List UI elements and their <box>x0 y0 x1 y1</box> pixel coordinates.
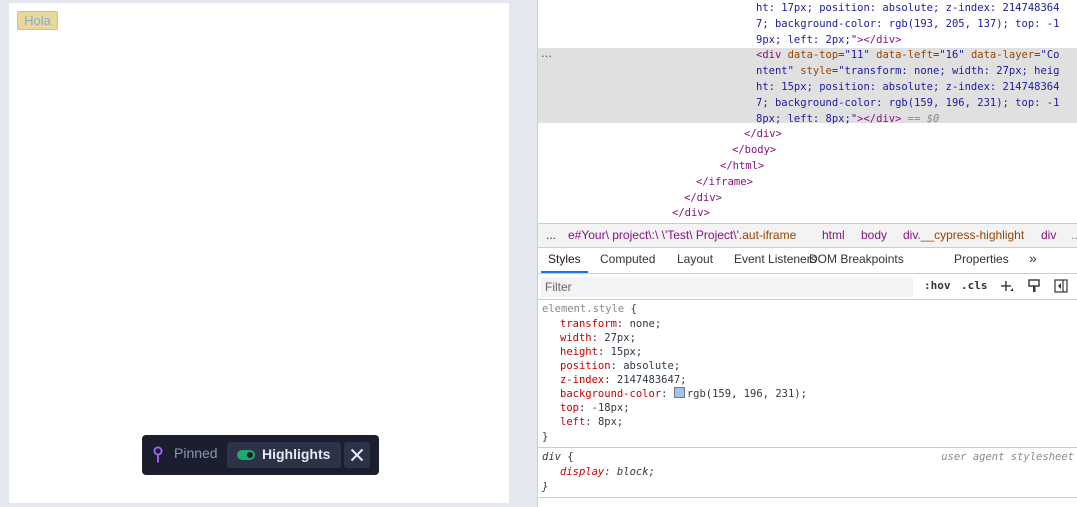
breadcrumb-item-div[interactable]: div <box>1041 228 1056 242</box>
pinned-bar: Pinned Highlights <box>142 435 379 475</box>
tab-styles[interactable]: Styles <box>548 252 581 266</box>
pinned-label: Pinned <box>174 445 218 461</box>
styles-tabs: Styles Computed Layout Event Listeners D… <box>538 247 1077 274</box>
dom-tree-line[interactable]: 9px; left: 2px;"></div> <box>756 33 901 48</box>
rule-divider <box>538 447 1077 448</box>
devtools-panel: … ht: 17px; position: absolute; z-index:… <box>537 0 1077 507</box>
rule-divider <box>538 497 1077 498</box>
tab-event-listeners[interactable]: Event Listeners <box>734 252 817 266</box>
hola-label: Hola <box>24 13 51 28</box>
element-style-close: } <box>542 431 549 443</box>
node-actions-ellipsis[interactable]: … <box>541 47 552 60</box>
style-declaration[interactable]: width: 27px; <box>560 331 636 346</box>
breadcrumb: ... e#Your\ project\:\ \'Test\ Project\'… <box>538 223 1077 248</box>
ua-rule-close: } <box>542 481 549 493</box>
dom-tree-line[interactable]: 7; background-color: rgb(159, 196, 231);… <box>756 96 1059 111</box>
toggle-icon[interactable] <box>237 450 255 460</box>
tab-computed[interactable]: Computed <box>600 252 655 266</box>
style-declaration[interactable]: z-index: 2147483647; <box>560 373 686 388</box>
dom-tree-line[interactable]: 7; background-color: rgb(193, 205, 137);… <box>756 17 1059 32</box>
color-swatch[interactable] <box>673 387 685 398</box>
tabs-overflow-icon[interactable]: » <box>1029 250 1037 266</box>
style-declaration[interactable]: left: 8px; <box>560 415 623 430</box>
toggle-sidebar-icon[interactable] <box>1054 279 1068 293</box>
hov-toggle[interactable]: :hov <box>924 279 951 292</box>
dom-tree-line[interactable]: </iframe> <box>696 175 753 190</box>
tab-properties[interactable]: Properties <box>954 252 1009 266</box>
breadcrumb-item-iframe[interactable]: e#Your\ project\:\ \'Test\ Project\'.aut… <box>568 228 796 242</box>
element-style-selector: element.style { <box>542 303 637 315</box>
dom-tree-line[interactable]: </div> <box>684 191 722 206</box>
ua-stylesheet-source: user agent stylesheet <box>941 451 1074 463</box>
close-pinned-button[interactable] <box>344 442 370 468</box>
breadcrumb-more[interactable]: ... <box>1071 228 1077 242</box>
dom-tree-line[interactable]: </body> <box>732 143 776 158</box>
breadcrumb-item-highlight[interactable]: div.__cypress-highlight <box>903 228 1024 242</box>
add-rule-icon[interactable] <box>1000 280 1013 293</box>
dom-tree-line[interactable]: 8px; left: 8px;"></div> == $0 <box>756 112 939 127</box>
dom-tree-line[interactable]: ht: 15px; position: absolute; z-index: 2… <box>756 80 1059 95</box>
dom-tree-line[interactable]: </html> <box>720 159 764 174</box>
dom-tree-line[interactable]: </div> <box>744 127 782 142</box>
tab-layout[interactable]: Layout <box>677 252 713 266</box>
style-declaration[interactable]: position: absolute; <box>560 359 680 374</box>
ua-declaration: display: block; <box>560 466 655 478</box>
dom-tree-line[interactable]: <div data-top="11" data-left="16" data-l… <box>756 48 1059 63</box>
ua-rule-selector: div { <box>542 451 574 463</box>
hola-highlighted-element[interactable]: Hola <box>17 11 58 30</box>
active-tab-indicator <box>541 271 588 273</box>
styles-filter-toolbar: :hov .cls <box>538 275 1077 300</box>
dom-tree-line[interactable]: ntent" style="transform: none; width: 27… <box>756 64 1059 79</box>
paint-icon[interactable] <box>1028 279 1040 293</box>
styles-filter-input[interactable] <box>541 277 913 297</box>
dom-tree-line[interactable]: </div> <box>672 206 710 221</box>
highlights-label: Highlights <box>262 446 331 462</box>
aut-iframe-viewport: Hola <box>9 3 509 503</box>
style-declaration[interactable]: transform: none; <box>560 317 661 332</box>
pin-icon <box>153 446 163 463</box>
breadcrumb-ellipsis[interactable]: ... <box>546 228 556 242</box>
cls-toggle[interactable]: .cls <box>961 279 988 292</box>
breadcrumb-item-body[interactable]: body <box>861 228 887 242</box>
style-declaration[interactable]: top: -18px; <box>560 401 630 416</box>
tab-dom-breakpoints[interactable]: DOM Breakpoints <box>809 252 904 266</box>
highlights-toggle-button[interactable]: Highlights <box>227 442 341 468</box>
close-icon <box>350 448 364 462</box>
dom-tree-line[interactable]: ht: 17px; position: absolute; z-index: 2… <box>756 1 1059 16</box>
style-declaration[interactable]: height: 15px; <box>560 345 642 360</box>
breadcrumb-item-html[interactable]: html <box>822 228 845 242</box>
style-declaration[interactable]: background-color: rgb(159, 196, 231); <box>560 387 807 402</box>
